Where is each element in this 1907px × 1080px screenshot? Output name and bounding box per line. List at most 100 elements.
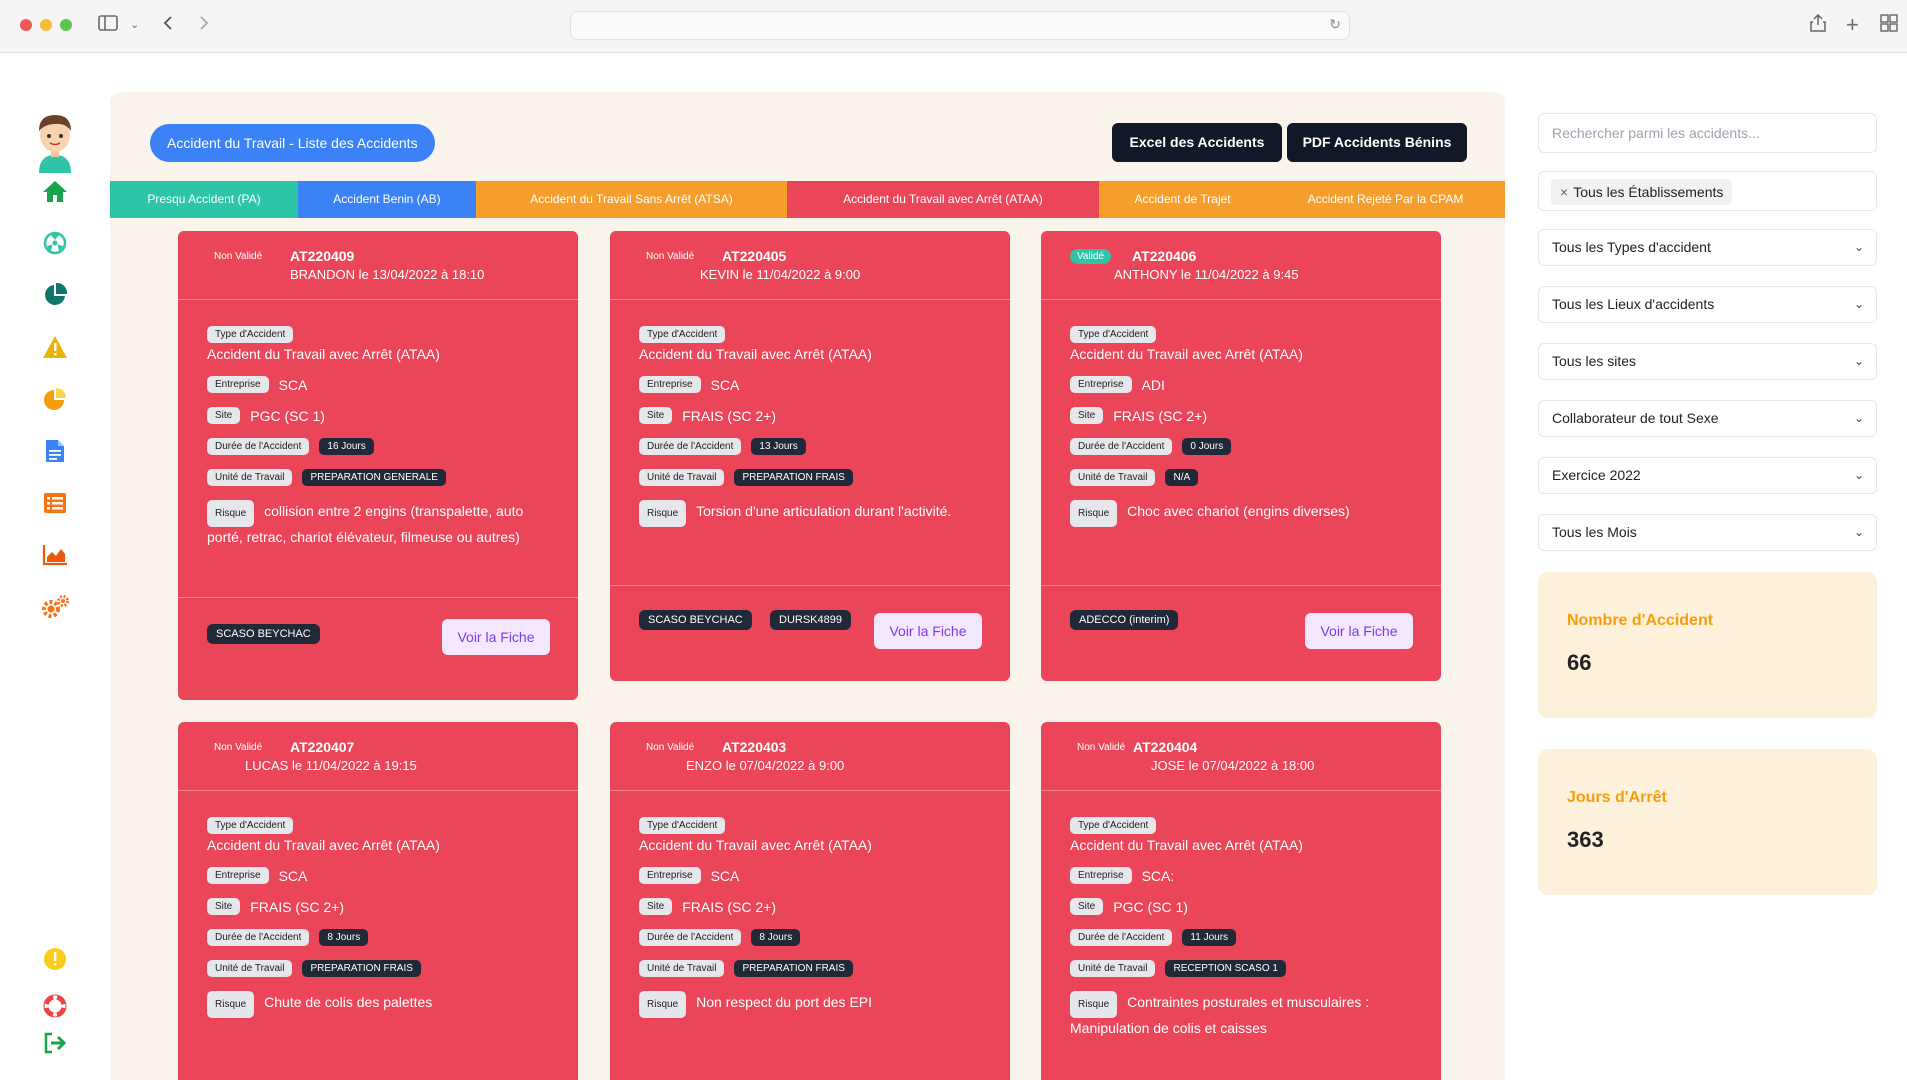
tab-overview-icon[interactable] bbox=[1880, 14, 1898, 37]
sexe-select[interactable]: Collaborateur de tout Sexe ⌄ bbox=[1538, 400, 1877, 437]
card-footer: SCASO BEYCHAC Voir la Fiche bbox=[178, 597, 578, 700]
select-value: Collaborateur de tout Sexe bbox=[1552, 410, 1719, 426]
document-icon[interactable] bbox=[40, 436, 70, 466]
status-badge: Non Validé bbox=[1077, 742, 1126, 753]
avatar[interactable] bbox=[33, 111, 77, 173]
risque-value: Non respect du port des EPI bbox=[696, 994, 873, 1010]
search-input[interactable]: Rechercher parmi les accidents... bbox=[1538, 113, 1877, 153]
tab-atsa[interactable]: Accident du Travail Sans Arrêt (ATSA) bbox=[476, 181, 787, 218]
cogs-icon[interactable] bbox=[40, 592, 70, 622]
reload-icon[interactable]: ↻ bbox=[1329, 16, 1341, 33]
type-label: Type d'Accident bbox=[207, 326, 294, 343]
warning-icon[interactable] bbox=[40, 332, 70, 362]
chevron-down-icon[interactable]: ⌄ bbox=[130, 14, 139, 36]
radiation-icon[interactable] bbox=[40, 228, 70, 258]
sidebar-toggle-icon[interactable] bbox=[98, 14, 118, 36]
entreprise-value: ADI bbox=[1141, 376, 1165, 393]
tab-presqu-accident[interactable]: Presqu Accident (PA) bbox=[110, 181, 298, 218]
duree-value: 16 Jours bbox=[319, 438, 374, 455]
duree-value: 13 Jours bbox=[751, 438, 806, 455]
minimize-window-button[interactable] bbox=[40, 19, 52, 31]
lieu-accident-select[interactable]: Tous les Lieux d'accidents ⌄ bbox=[1538, 286, 1877, 323]
type-label: Type d'Accident bbox=[639, 817, 726, 834]
voir-fiche-button[interactable]: Voir la Fiche bbox=[1305, 613, 1413, 649]
new-tab-icon[interactable]: + bbox=[1846, 14, 1859, 36]
card-header: Non Validé AT220405 KEVIN le 11/04/2022 … bbox=[610, 231, 1010, 300]
alert-circle-icon[interactable] bbox=[40, 944, 70, 974]
site-label: Site bbox=[1070, 407, 1104, 424]
entreprise-value: SCA bbox=[710, 376, 740, 393]
voir-fiche-button[interactable]: Voir la Fiche bbox=[442, 619, 550, 655]
close-window-button[interactable] bbox=[20, 19, 32, 31]
share-icon[interactable] bbox=[1810, 13, 1826, 37]
risque-label: Risque bbox=[639, 500, 687, 527]
site-value: FRAIS (SC 2+) bbox=[1113, 407, 1207, 424]
accident-code: AT220404 bbox=[1133, 739, 1198, 755]
tab-accident-trajet[interactable]: Accident de Trajet bbox=[1099, 181, 1266, 218]
risque-label: Risque bbox=[207, 991, 255, 1018]
excel-export-button[interactable]: Excel des Accidents bbox=[1112, 123, 1282, 162]
unite-value: PREPARATION GENERALE bbox=[302, 469, 446, 486]
lifebuoy-icon[interactable] bbox=[40, 991, 70, 1021]
tab-rejete-cpam[interactable]: Accident Rejeté Par la CPAM bbox=[1266, 181, 1505, 218]
entreprise-label: Entreprise bbox=[639, 867, 701, 884]
duree-value: 0 Jours bbox=[1182, 438, 1232, 455]
list-icon[interactable] bbox=[40, 488, 70, 518]
pdf-export-button[interactable]: PDF Accidents Bénins bbox=[1287, 123, 1467, 162]
chip-label: Tous les Établissements bbox=[1573, 184, 1724, 200]
pie-chart-alt-icon[interactable] bbox=[40, 384, 70, 414]
select-value: Exercice 2022 bbox=[1552, 467, 1641, 483]
etablissement-chip[interactable]: × Tous les Établissements bbox=[1551, 179, 1733, 205]
pie-chart-icon[interactable] bbox=[40, 280, 70, 310]
unite-label: Unité de Travail bbox=[639, 469, 725, 486]
type-value: Accident du Travail avec Arrêt (ATAA) bbox=[207, 837, 440, 853]
card-footer: ADECCO (interim) Voir la Fiche bbox=[1041, 585, 1441, 681]
accident-person-date: ENZO le 07/04/2022 à 9:00 bbox=[686, 758, 845, 773]
voir-fiche-button[interactable]: Voir la Fiche bbox=[874, 613, 982, 649]
accident-person-date: LUCAS le 11/04/2022 à 19:15 bbox=[245, 758, 417, 773]
company-tag: SCASO BEYCHAC bbox=[207, 624, 320, 644]
chevron-down-icon: ⌄ bbox=[1853, 468, 1864, 482]
accident-card: Non Validé AT220405 KEVIN le 11/04/2022 … bbox=[610, 231, 1010, 681]
accident-code: AT220403 bbox=[722, 739, 787, 755]
duree-value: 11 Jours bbox=[1182, 929, 1237, 946]
home-icon[interactable] bbox=[40, 176, 70, 206]
title-button[interactable]: Accident du Travail - Liste des Accident… bbox=[150, 124, 435, 162]
risque-label: Risque bbox=[207, 500, 255, 527]
type-value: Accident du Travail avec Arrêt (ATAA) bbox=[207, 346, 440, 362]
unite-label: Unité de Travail bbox=[639, 960, 725, 977]
site-label: Site bbox=[639, 898, 673, 915]
address-bar[interactable]: ↻ bbox=[570, 11, 1350, 40]
back-icon[interactable] bbox=[162, 14, 174, 36]
logout-icon[interactable] bbox=[40, 1028, 70, 1058]
entreprise-label: Entreprise bbox=[207, 376, 269, 393]
entreprise-value: SCA bbox=[278, 376, 308, 393]
accident-card: Non Validé AT220403 ENZO le 07/04/2022 à… bbox=[610, 722, 1010, 1080]
accident-person-date: BRANDON le 13/04/2022 à 18:10 bbox=[290, 267, 485, 282]
accident-code: AT220409 bbox=[290, 248, 355, 264]
entreprise-value: SCA: bbox=[1141, 867, 1175, 884]
risque-label: Risque bbox=[1070, 500, 1118, 527]
browser-toolbar: ⌄ ↻ + bbox=[0, 0, 1907, 53]
jours-arret-label: Jours d'Arrêt bbox=[1567, 789, 1667, 806]
area-chart-icon[interactable] bbox=[40, 540, 70, 570]
forward-icon[interactable] bbox=[198, 14, 210, 36]
etablissement-multiselect[interactable]: × Tous les Établissements bbox=[1538, 171, 1877, 211]
chevron-down-icon: ⌄ bbox=[1853, 240, 1864, 254]
mois-select[interactable]: Tous les Mois ⌄ bbox=[1538, 514, 1877, 551]
unite-label: Unité de Travail bbox=[1070, 469, 1156, 486]
duree-label: Durée de l'Accident bbox=[639, 929, 742, 946]
type-accident-select[interactable]: Tous les Types d'accident ⌄ bbox=[1538, 229, 1877, 266]
chip-remove-icon[interactable]: × bbox=[1560, 184, 1568, 200]
unite-value: PREPARATION FRAIS bbox=[734, 469, 853, 486]
zoom-window-button[interactable] bbox=[60, 19, 72, 31]
tab-accident-benin[interactable]: Accident Benin (AB) bbox=[298, 181, 476, 218]
tab-ataa[interactable]: Accident du Travail avec Arrêt (ATAA) bbox=[787, 181, 1099, 218]
type-value: Accident du Travail avec Arrêt (ATAA) bbox=[639, 837, 872, 853]
type-label: Type d'Accident bbox=[207, 817, 294, 834]
exercice-select[interactable]: Exercice 2022 ⌄ bbox=[1538, 457, 1877, 494]
site-select[interactable]: Tous les sites ⌄ bbox=[1538, 343, 1877, 380]
card-header: Validé AT220406 ANTHONY le 11/04/2022 à … bbox=[1041, 231, 1441, 300]
select-value: Tous les sites bbox=[1552, 353, 1637, 369]
accident-type-tabs: Presqu Accident (PA) Accident Benin (AB)… bbox=[110, 181, 1505, 218]
